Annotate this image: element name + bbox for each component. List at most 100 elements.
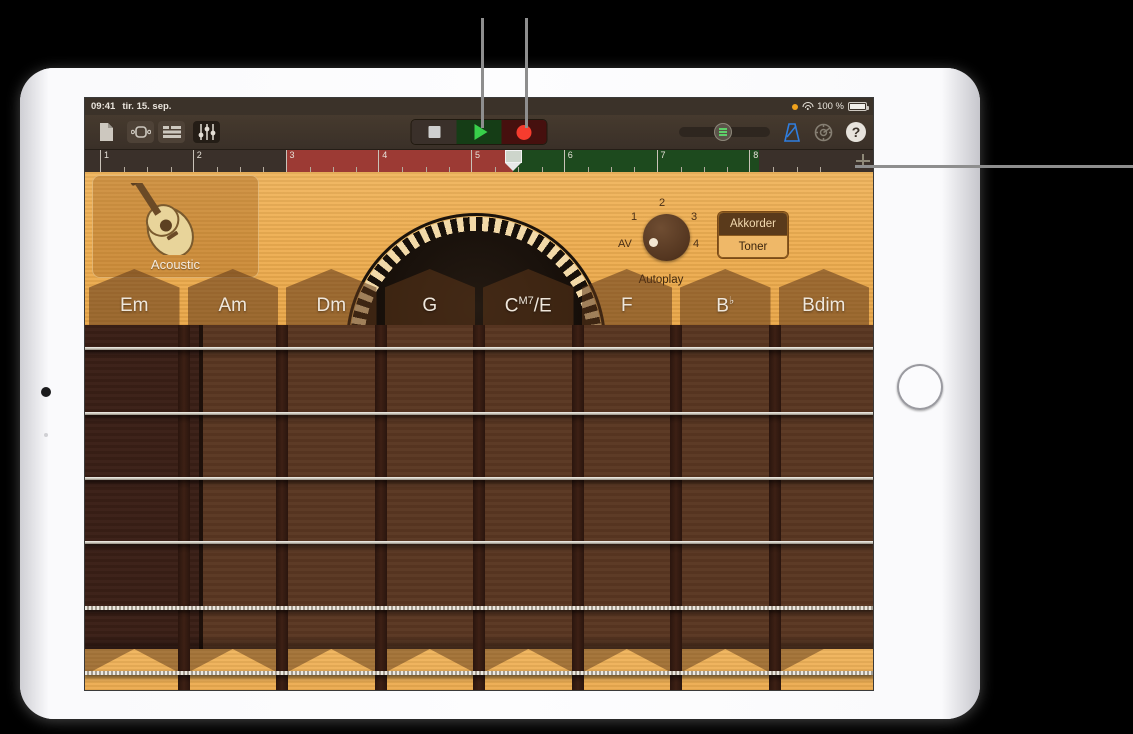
- fret-divider: [670, 325, 682, 691]
- guitar-string[interactable]: [85, 671, 873, 675]
- volume-slider-knob[interactable]: [714, 123, 732, 141]
- status-time: 09:41: [91, 101, 115, 112]
- ruler-bar: 2: [193, 150, 286, 172]
- callout-to-play-button: [481, 18, 484, 128]
- my-songs-button[interactable]: [92, 121, 119, 143]
- string-shadow: [85, 609, 873, 618]
- home-button[interactable]: [897, 364, 943, 410]
- chord-label: F: [578, 295, 677, 317]
- tab-chords[interactable]: Akkorder: [719, 213, 787, 235]
- cycle-button[interactable]: [127, 121, 154, 143]
- ipad-device-frame: 09:41 tir. 15. sep. 100 %: [20, 68, 980, 719]
- ruler-bar: 4: [378, 150, 471, 172]
- ipad-screen: 09:41 tir. 15. sep. 100 %: [84, 97, 874, 691]
- guitar-string[interactable]: [85, 541, 873, 544]
- ruler-bar: 6: [564, 150, 657, 172]
- chord-label: B♭: [676, 294, 775, 317]
- ruler-bar: 7: [657, 150, 750, 172]
- chord-label: CM7/E: [479, 295, 578, 317]
- callout-to-ruler: [855, 165, 1133, 168]
- chord-strip[interactable]: Am: [184, 269, 283, 325]
- status-bar: 09:41 tir. 15. sep. 100 %: [85, 98, 873, 115]
- chord-strip[interactable]: B♭: [676, 269, 775, 325]
- fret-divider: [178, 325, 190, 691]
- playhead-pointer: [505, 163, 521, 171]
- playhead[interactable]: [505, 150, 522, 169]
- ruler-bar-number: 8: [753, 150, 758, 160]
- wifi-icon: [802, 102, 813, 111]
- playhead-flag: [505, 150, 522, 163]
- ruler-track[interactable]: 1 2 3 4 5 6 7 8: [100, 150, 873, 172]
- chord-label: Dm: [282, 295, 381, 317]
- autoplay-option-av[interactable]: AV: [618, 238, 632, 250]
- callout-to-record-button: [525, 18, 528, 128]
- timeline-ruler[interactable]: 1 2 3 4 5 6 7 8: [85, 150, 873, 172]
- status-date: tir. 15. sep.: [122, 101, 171, 112]
- chord-label: Am: [184, 295, 283, 317]
- fret-divider: [375, 325, 387, 691]
- ruler-bar-number: 3: [290, 150, 295, 160]
- play-button[interactable]: [457, 120, 502, 144]
- acoustic-guitar-icon: [130, 183, 222, 255]
- guitar-string[interactable]: [85, 477, 873, 480]
- guitar-string[interactable]: [85, 606, 873, 610]
- ambient-sensor-icon: [44, 433, 48, 437]
- bridge-notch: [775, 649, 874, 691]
- autoplay-knob-indicator: [649, 238, 658, 247]
- string-shadow: [85, 544, 873, 553]
- metronome-button[interactable]: [783, 123, 801, 142]
- chord-strip[interactable]: CM7/E: [479, 269, 578, 325]
- chord-strip[interactable]: G: [381, 269, 480, 325]
- instrument-selector[interactable]: Acoustic: [92, 175, 259, 278]
- ruler-bar-number: 1: [104, 150, 109, 160]
- chord-label: G: [381, 295, 480, 317]
- guitar-fretboard[interactable]: [85, 325, 873, 691]
- autoplay-option-2[interactable]: 2: [659, 197, 665, 209]
- tab-notes[interactable]: Toner: [719, 235, 787, 257]
- ruler-bar-number: 4: [382, 150, 387, 160]
- string-shadow: [85, 480, 873, 489]
- ruler-head: [85, 150, 100, 172]
- chord-label: Em: [85, 295, 184, 317]
- help-button[interactable]: ?: [846, 122, 866, 142]
- string-shadow: [85, 350, 873, 359]
- settings-button[interactable]: [814, 123, 833, 142]
- record-circle-icon: [517, 125, 532, 140]
- ruler-bar-number: 2: [197, 150, 202, 160]
- record-button[interactable]: [502, 120, 547, 144]
- autoplay-option-4[interactable]: 4: [693, 238, 699, 250]
- ruler-bar: 3: [286, 150, 379, 172]
- chord-label: Bdim: [775, 295, 874, 317]
- stop-square-icon: [428, 126, 440, 138]
- ruler-bar-number: 7: [661, 150, 666, 160]
- chord-strip[interactable]: Bdim: [775, 269, 874, 325]
- main-toolbar: ?: [85, 115, 873, 150]
- ruler-bar-number: 5: [475, 150, 480, 160]
- chord-strips: EmAmDmGCM7/EFB♭Bdim: [85, 269, 873, 325]
- battery-percent-label: 100 %: [817, 101, 844, 112]
- chords-notes-toggle: Akkorder Toner: [718, 212, 788, 258]
- battery-icon: [848, 102, 867, 111]
- stop-button[interactable]: [412, 120, 457, 144]
- ruler-bar-number: 6: [568, 150, 573, 160]
- record-indicator-dot: [792, 104, 798, 110]
- guitar-body-top: Acoustic AV 1 2 3 4 Autoplay Akkorder To…: [85, 172, 873, 325]
- chord-strip[interactable]: Em: [85, 269, 184, 325]
- fret-divider: [572, 325, 584, 691]
- chord-strip[interactable]: Dm: [282, 269, 381, 325]
- autoplay-option-3[interactable]: 3: [691, 211, 697, 223]
- mixer-button[interactable]: [193, 121, 220, 143]
- chord-strip[interactable]: F: [578, 269, 677, 325]
- guitar-string[interactable]: [85, 347, 873, 350]
- fret-divider: [769, 325, 781, 691]
- ruler-bar: 8: [749, 150, 842, 172]
- guitar-string[interactable]: [85, 412, 873, 415]
- autoplay-option-1[interactable]: 1: [631, 211, 637, 223]
- autoplay-knob[interactable]: [643, 214, 690, 261]
- master-volume-slider[interactable]: [679, 127, 770, 137]
- track-view-button[interactable]: [158, 121, 185, 143]
- front-camera-icon: [41, 387, 51, 397]
- ruler-bar: 1: [100, 150, 193, 172]
- fret-divider: [276, 325, 288, 691]
- fret-divider: [473, 325, 485, 691]
